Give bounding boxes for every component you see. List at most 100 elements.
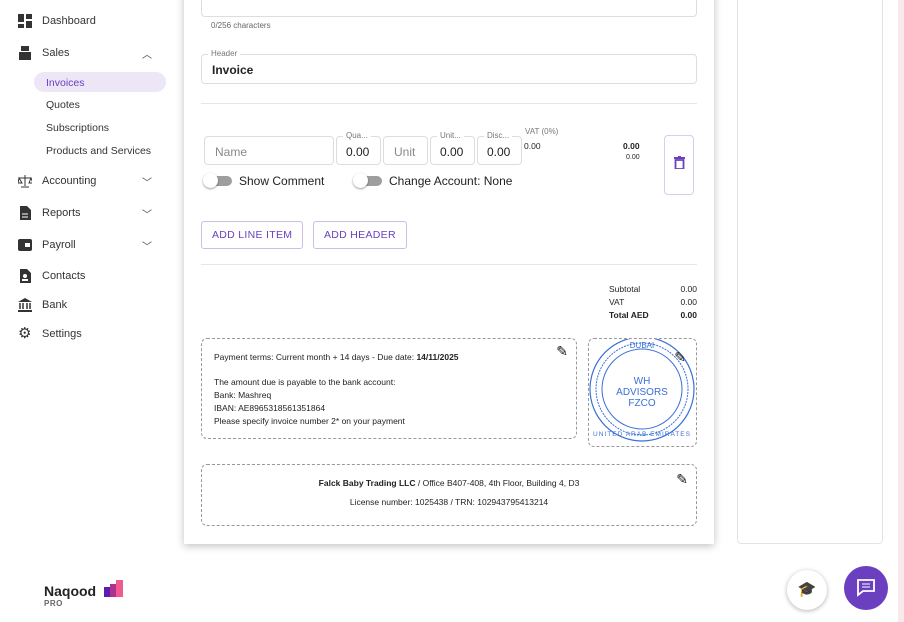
show-comment-toggle[interactable] <box>203 173 232 188</box>
sidebar-item-settings[interactable]: ⚙ Settings <box>18 325 158 342</box>
wallet-icon <box>18 239 32 251</box>
stamp-text: WH <box>634 376 651 387</box>
due-date: 14/11/2025 <box>416 352 459 362</box>
sidebar-item-quotes[interactable]: Quotes <box>46 99 80 111</box>
sidebar: Dashboard Sales ︿ Invoices Quotes Subscri… <box>0 0 184 622</box>
qty-label: Qua... <box>343 131 371 140</box>
footer-box[interactable]: Falck Baby Trading LLC / Office B407-408… <box>201 464 697 526</box>
payment-terms: Payment terms: Current month + 14 days -… <box>214 352 417 362</box>
line-qty-input[interactable]: Qua... 0.00 <box>336 131 381 165</box>
divider <box>201 103 697 104</box>
chevron-down-icon[interactable]: ﹀ <box>142 238 152 253</box>
label: Accounting <box>42 175 97 187</box>
stamp-text: FZCO <box>628 398 655 409</box>
sidebar-item-accounting[interactable]: Accounting ﹀ <box>18 174 158 189</box>
header-label: Header <box>208 49 241 58</box>
label: Bank <box>42 299 68 311</box>
header-input[interactable]: Header Invoice <box>201 49 697 84</box>
payment-line: The amount due is payable to the bank ac… <box>214 377 396 387</box>
bank-name: Bank: Mashreq <box>214 390 272 400</box>
gear-icon: ⚙ <box>18 325 32 342</box>
show-comment-label: Show Comment <box>239 174 325 188</box>
unit-price-label: Unit... <box>437 131 464 140</box>
academy-button[interactable]: 🎓 <box>787 570 827 610</box>
vat-label: VAT (0%) <box>525 127 559 136</box>
trash-icon <box>673 156 685 170</box>
vat-value: 0.00 <box>524 141 541 151</box>
scrollbar[interactable] <box>898 0 904 622</box>
add-header-button[interactable]: ADD HEADER <box>313 221 407 249</box>
company-address: / Office B407-408, 4th Floor, Building 4… <box>417 478 580 488</box>
sidebar-item-products[interactable]: Products and Services <box>46 145 151 157</box>
sidebar-item-bank[interactable]: Bank <box>18 298 158 312</box>
report-icon <box>20 206 31 220</box>
iban: IBAN: AE8965318561351864 <box>214 403 326 413</box>
change-account-label: Change Account: None <box>389 174 513 188</box>
dashboard-icon <box>18 14 32 28</box>
char-count: 0/256 characters <box>211 21 271 30</box>
label: Settings <box>42 328 82 340</box>
total-label: Total AED <box>609 310 649 320</box>
chat-icon <box>857 579 875 597</box>
sidebar-item-subscriptions[interactable]: Subscriptions <box>46 122 109 134</box>
payment-terms-box[interactable]: Payment terms: Current month + 14 days -… <box>201 338 577 439</box>
unit-price-value: 0.00 <box>440 145 464 159</box>
notes-input[interactable] <box>201 0 697 17</box>
line-name-input[interactable]: Name <box>204 136 334 165</box>
divider <box>201 264 697 265</box>
discount-value: 0.00 <box>487 145 511 159</box>
add-line-item-button[interactable]: ADD LINE ITEM <box>201 221 304 249</box>
subtotal-label: Subtotal <box>609 284 641 294</box>
sidebar-item-sales[interactable]: Sales ︿ <box>18 46 158 61</box>
chat-button[interactable] <box>844 566 888 610</box>
edit-pencil-icon[interactable]: ✎ <box>674 349 686 366</box>
line-unit-input[interactable]: Unit <box>383 136 428 165</box>
right-panel <box>737 0 883 544</box>
sidebar-item-contacts[interactable]: Contacts <box>18 269 158 283</box>
label: Payroll <box>42 239 76 251</box>
line-total: 0.00 <box>623 141 640 151</box>
label: Contacts <box>42 270 86 282</box>
edit-pencil-icon[interactable]: ✎ <box>556 344 568 358</box>
edit-pencil-icon[interactable]: ✎ <box>676 471 688 488</box>
line-total-sub: 0.00 <box>626 154 640 161</box>
stamp-top: DUBAI <box>630 341 654 350</box>
sidebar-item-payroll[interactable]: Payroll ﹀ <box>18 238 158 253</box>
qty-value: 0.00 <box>346 145 370 159</box>
logo-mark-icon <box>104 580 123 597</box>
label: Sales <box>42 47 70 59</box>
chevron-down-icon[interactable]: ﹀ <box>142 206 152 221</box>
license-info: License number: 1025438 / TRN: 102943795… <box>349 497 549 507</box>
stamp-bottom: UNITED ARAB EMIRATES <box>593 431 691 438</box>
sidebar-item-invoices[interactable]: Invoices <box>34 72 166 92</box>
stamp-text: ADVISORS <box>616 387 668 398</box>
scale-icon <box>18 175 32 188</box>
line-discount-input[interactable]: Disc... 0.00 <box>477 131 522 165</box>
label: Dashboard <box>42 15 96 27</box>
stamp-box[interactable]: DUBAI WH ADVISORS FZCO UNITED ARAB EMIRA… <box>588 336 697 447</box>
label: Reports <box>42 207 81 219</box>
header-value: Invoice <box>212 63 254 77</box>
sidebar-item-dashboard[interactable]: Dashboard <box>18 14 158 28</box>
chevron-up-icon[interactable]: ︿ <box>142 46 152 61</box>
sidebar-item-reports[interactable]: Reports ﹀ <box>18 206 158 221</box>
chevron-down-icon[interactable]: ﹀ <box>142 174 152 189</box>
subtotal-value: 0.00 <box>680 284 697 294</box>
company-name: Falck Baby Trading LLC <box>318 478 416 488</box>
line-unit-price-input[interactable]: Unit... 0.00 <box>430 131 475 165</box>
invoice-paper: 0/256 characters Header Invoice Name Qua… <box>184 0 714 544</box>
payment-note: Please specify invoice number 2* on your… <box>214 416 405 426</box>
totals: Subtotal 0.00 VAT 0.00 Total AED 0.00 <box>609 283 697 322</box>
bank-icon <box>18 298 32 312</box>
discount-label: Disc... <box>484 131 513 140</box>
contact-icon <box>20 269 31 283</box>
delete-line-button[interactable] <box>664 135 694 195</box>
vat-total-label: VAT <box>609 297 625 307</box>
vat-total-value: 0.00 <box>680 297 697 307</box>
logo: Naqood PRO <box>44 580 123 608</box>
logo-name: Naqood <box>44 583 97 599</box>
graduation-cap-icon: 🎓 <box>797 581 817 598</box>
logo-tier: PRO <box>44 599 63 608</box>
total-value: 0.00 <box>680 310 697 320</box>
change-account-toggle[interactable] <box>353 173 382 188</box>
